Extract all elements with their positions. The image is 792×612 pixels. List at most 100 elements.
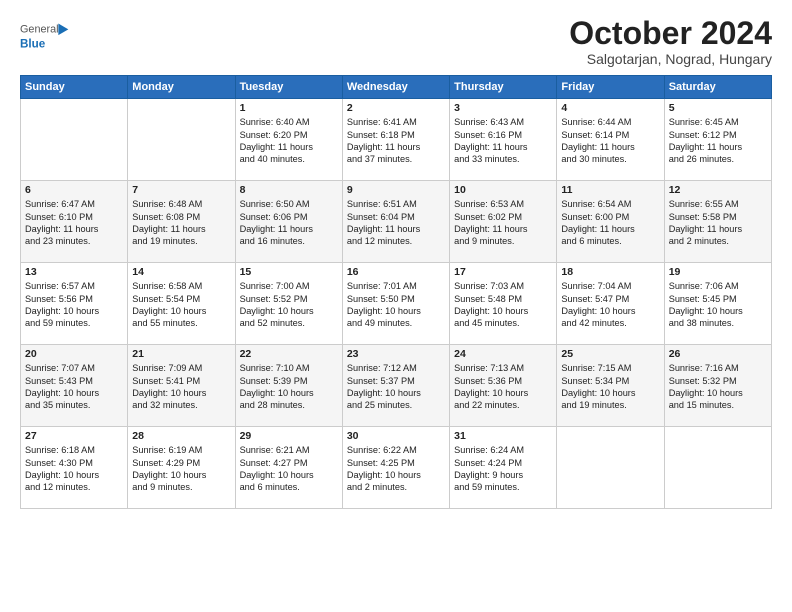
day-number: 18 xyxy=(561,266,659,278)
calendar-cell: 10 Sunrise: 6:53 AM Sunset: 6:02 PM Dayli… xyxy=(450,181,557,263)
day-info: Sunrise: 7:01 AM Sunset: 5:50 PM Dayligh… xyxy=(347,280,445,330)
day-number: 21 xyxy=(132,348,230,360)
week-row-1: 1 Sunrise: 6:40 AM Sunset: 6:20 PM Daylig… xyxy=(21,99,772,181)
day-number: 4 xyxy=(561,102,659,114)
calendar-cell xyxy=(128,99,235,181)
day-info: Sunrise: 6:43 AM Sunset: 6:16 PM Dayligh… xyxy=(454,116,552,166)
header-row: SundayMondayTuesdayWednesdayThursdayFrid… xyxy=(21,76,772,99)
day-info: Sunrise: 6:48 AM Sunset: 6:08 PM Dayligh… xyxy=(132,198,230,248)
day-number: 24 xyxy=(454,348,552,360)
calendar-cell: 18 Sunrise: 7:04 AM Sunset: 5:47 PM Dayli… xyxy=(557,263,664,345)
calendar-cell: 13 Sunrise: 6:57 AM Sunset: 5:56 PM Dayli… xyxy=(21,263,128,345)
calendar-cell: 22Sunrise: 7:10 AM Sunset: 5:39 PM Dayli… xyxy=(235,345,342,427)
calendar-cell: 25 Sunrise: 7:15 AM Sunset: 5:34 PM Dayli… xyxy=(557,345,664,427)
day-number: 8 xyxy=(240,184,338,196)
calendar-cell: 21 Sunrise: 7:09 AM Sunset: 5:41 PM Dayli… xyxy=(128,345,235,427)
day-info: Sunrise: 6:58 AM Sunset: 5:54 PM Dayligh… xyxy=(132,280,230,330)
day-number: 13 xyxy=(25,266,123,278)
day-number: 9 xyxy=(347,184,445,196)
day-info: Sunrise: 7:03 AM Sunset: 5:48 PM Dayligh… xyxy=(454,280,552,330)
day-info: Sunrise: 6:44 AM Sunset: 6:14 PM Dayligh… xyxy=(561,116,659,166)
day-number: 23 xyxy=(347,348,445,360)
day-header-tuesday: Tuesday xyxy=(235,76,342,99)
day-number: 20 xyxy=(25,348,123,360)
day-header-wednesday: Wednesday xyxy=(342,76,449,99)
calendar-cell: 26Sunrise: 7:16 AM Sunset: 5:32 PM Dayli… xyxy=(664,345,771,427)
day-info: Sunrise: 6:54 AM Sunset: 6:00 PM Dayligh… xyxy=(561,198,659,248)
day-number: 19 xyxy=(669,266,767,278)
day-info: Sunrise: 6:50 AM Sunset: 6:06 PM Dayligh… xyxy=(240,198,338,248)
day-number: 25 xyxy=(561,348,659,360)
day-header-sunday: Sunday xyxy=(21,76,128,99)
location-subtitle: Salgotarjan, Nograd, Hungary xyxy=(569,51,772,67)
day-number: 28 xyxy=(132,430,230,442)
day-number: 16 xyxy=(347,266,445,278)
header: General Blue October 2024 Salgotarjan, N… xyxy=(20,16,772,67)
day-number: 27 xyxy=(25,430,123,442)
day-info: Sunrise: 6:47 AM Sunset: 6:10 PM Dayligh… xyxy=(25,198,123,248)
day-info: Sunrise: 6:40 AM Sunset: 6:20 PM Dayligh… xyxy=(240,116,338,166)
day-header-saturday: Saturday xyxy=(664,76,771,99)
week-row-2: 6Sunrise: 6:47 AM Sunset: 6:10 PM Daylig… xyxy=(21,181,772,263)
calendar-cell: 30Sunrise: 6:22 AM Sunset: 4:25 PM Dayli… xyxy=(342,427,449,509)
day-info: Sunrise: 7:13 AM Sunset: 5:36 PM Dayligh… xyxy=(454,362,552,412)
calendar-cell: 28 Sunrise: 6:19 AM Sunset: 4:29 PM Dayli… xyxy=(128,427,235,509)
day-info: Sunrise: 7:06 AM Sunset: 5:45 PM Dayligh… xyxy=(669,280,767,330)
day-info: Sunrise: 7:00 AM Sunset: 5:52 PM Dayligh… xyxy=(240,280,338,330)
day-header-monday: Monday xyxy=(128,76,235,99)
calendar-cell: 3 Sunrise: 6:43 AM Sunset: 6:16 PM Daylig… xyxy=(450,99,557,181)
day-number: 12 xyxy=(669,184,767,196)
calendar-cell: 5 Sunrise: 6:45 AM Sunset: 6:12 PM Daylig… xyxy=(664,99,771,181)
month-title: October 2024 xyxy=(569,16,772,51)
day-info: Sunrise: 7:07 AM Sunset: 5:43 PM Dayligh… xyxy=(25,362,123,412)
day-number: 10 xyxy=(454,184,552,196)
day-info: Sunrise: 7:16 AM Sunset: 5:32 PM Dayligh… xyxy=(669,362,767,412)
day-info: Sunrise: 6:18 AM Sunset: 4:30 PM Dayligh… xyxy=(25,444,123,494)
day-header-thursday: Thursday xyxy=(450,76,557,99)
day-number: 1 xyxy=(240,102,338,114)
day-info: Sunrise: 6:24 AM Sunset: 4:24 PM Dayligh… xyxy=(454,444,552,494)
calendar-cell: 23 Sunrise: 7:12 AM Sunset: 5:37 PM Dayli… xyxy=(342,345,449,427)
day-number: 11 xyxy=(561,184,659,196)
calendar-cell: 29Sunrise: 6:21 AM Sunset: 4:27 PM Dayli… xyxy=(235,427,342,509)
day-info: Sunrise: 6:57 AM Sunset: 5:56 PM Dayligh… xyxy=(25,280,123,330)
day-number: 3 xyxy=(454,102,552,114)
day-info: Sunrise: 7:12 AM Sunset: 5:37 PM Dayligh… xyxy=(347,362,445,412)
logo-svg: General Blue xyxy=(20,16,70,56)
calendar-cell xyxy=(557,427,664,509)
day-info: Sunrise: 6:51 AM Sunset: 6:04 PM Dayligh… xyxy=(347,198,445,248)
day-info: Sunrise: 6:19 AM Sunset: 4:29 PM Dayligh… xyxy=(132,444,230,494)
calendar-cell: 1 Sunrise: 6:40 AM Sunset: 6:20 PM Daylig… xyxy=(235,99,342,181)
calendar-table: SundayMondayTuesdayWednesdayThursdayFrid… xyxy=(20,75,772,509)
day-number: 2 xyxy=(347,102,445,114)
calendar-cell: 20 Sunrise: 7:07 AM Sunset: 5:43 PM Dayli… xyxy=(21,345,128,427)
day-info: Sunrise: 6:53 AM Sunset: 6:02 PM Dayligh… xyxy=(454,198,552,248)
day-info: Sunrise: 6:55 AM Sunset: 5:58 PM Dayligh… xyxy=(669,198,767,248)
calendar-cell: 11 Sunrise: 6:54 AM Sunset: 6:00 PM Dayli… xyxy=(557,181,664,263)
day-number: 31 xyxy=(454,430,552,442)
logo: General Blue xyxy=(20,16,70,56)
day-number: 7 xyxy=(132,184,230,196)
calendar-cell: 16 Sunrise: 7:01 AM Sunset: 5:50 PM Dayli… xyxy=(342,263,449,345)
week-row-4: 20 Sunrise: 7:07 AM Sunset: 5:43 PM Dayli… xyxy=(21,345,772,427)
week-row-5: 27 Sunrise: 6:18 AM Sunset: 4:30 PM Dayli… xyxy=(21,427,772,509)
day-number: 5 xyxy=(669,102,767,114)
calendar-cell xyxy=(21,99,128,181)
day-info: Sunrise: 7:10 AM Sunset: 5:39 PM Dayligh… xyxy=(240,362,338,412)
calendar-cell xyxy=(664,427,771,509)
svg-text:Blue: Blue xyxy=(20,38,46,51)
page: General Blue October 2024 Salgotarjan, N… xyxy=(0,0,792,612)
title-block: October 2024 Salgotarjan, Nograd, Hungar… xyxy=(569,16,772,67)
calendar-cell: 7 Sunrise: 6:48 AM Sunset: 6:08 PM Daylig… xyxy=(128,181,235,263)
day-info: Sunrise: 6:45 AM Sunset: 6:12 PM Dayligh… xyxy=(669,116,767,166)
calendar-cell: 8 Sunrise: 6:50 AM Sunset: 6:06 PM Daylig… xyxy=(235,181,342,263)
calendar-cell: 9 Sunrise: 6:51 AM Sunset: 6:04 PM Daylig… xyxy=(342,181,449,263)
day-info: Sunrise: 7:09 AM Sunset: 5:41 PM Dayligh… xyxy=(132,362,230,412)
calendar-cell: 2Sunrise: 6:41 AM Sunset: 6:18 PM Daylig… xyxy=(342,99,449,181)
day-number: 17 xyxy=(454,266,552,278)
day-info: Sunrise: 7:04 AM Sunset: 5:47 PM Dayligh… xyxy=(561,280,659,330)
day-info: Sunrise: 6:22 AM Sunset: 4:25 PM Dayligh… xyxy=(347,444,445,494)
day-info: Sunrise: 7:15 AM Sunset: 5:34 PM Dayligh… xyxy=(561,362,659,412)
calendar-cell: 19 Sunrise: 7:06 AM Sunset: 5:45 PM Dayli… xyxy=(664,263,771,345)
svg-text:General: General xyxy=(20,24,59,36)
